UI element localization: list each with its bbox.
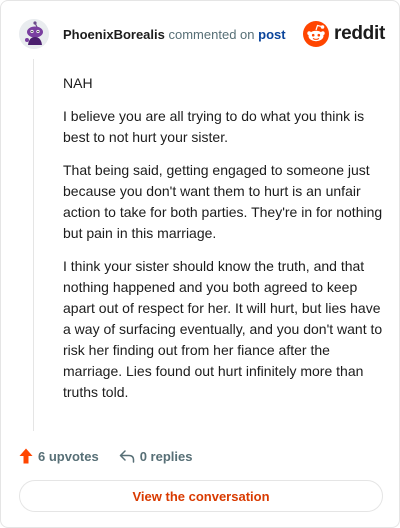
snoo-avatar-icon [19,19,49,49]
view-conversation-button[interactable]: View the conversation [19,480,383,512]
upvote-arrow-icon [19,448,33,464]
comment-footer: 6 upvotes 0 replies [19,445,385,467]
comment-header: PhoenixBorealis commented on post reddit [19,15,385,55]
post-link[interactable]: post [258,27,285,42]
reply-arrow-icon [119,450,134,463]
comment-paragraph: That being said, getting engaged to some… [63,162,383,241]
byline-verb: commented on [168,27,255,42]
comment-paragraph: NAH [63,75,93,91]
replies-count: 0 replies [139,448,193,464]
comment-body: NAH I believe you are all trying to do w… [63,73,383,415]
upvotes-count: 6 upvotes [38,448,99,464]
comment-byline: PhoenixBorealis commented on post [63,27,286,42]
reddit-logo-icon [303,21,330,47]
brand-wordmark: reddit [334,23,385,44]
comment-card: PhoenixBorealis commented on post reddit… [0,0,400,528]
comment-paragraph: I think your sister should know the trut… [63,258,383,400]
reddit-brand[interactable]: reddit [303,19,385,49]
upvotes-stat[interactable]: 6 upvotes [19,448,99,464]
thread-line [33,59,34,431]
comment-paragraph: I believe you are all trying to do what … [63,108,365,145]
replies-stat[interactable]: 0 replies [119,448,193,464]
author-name[interactable]: PhoenixBorealis [63,27,165,42]
user-avatar[interactable] [19,19,49,49]
